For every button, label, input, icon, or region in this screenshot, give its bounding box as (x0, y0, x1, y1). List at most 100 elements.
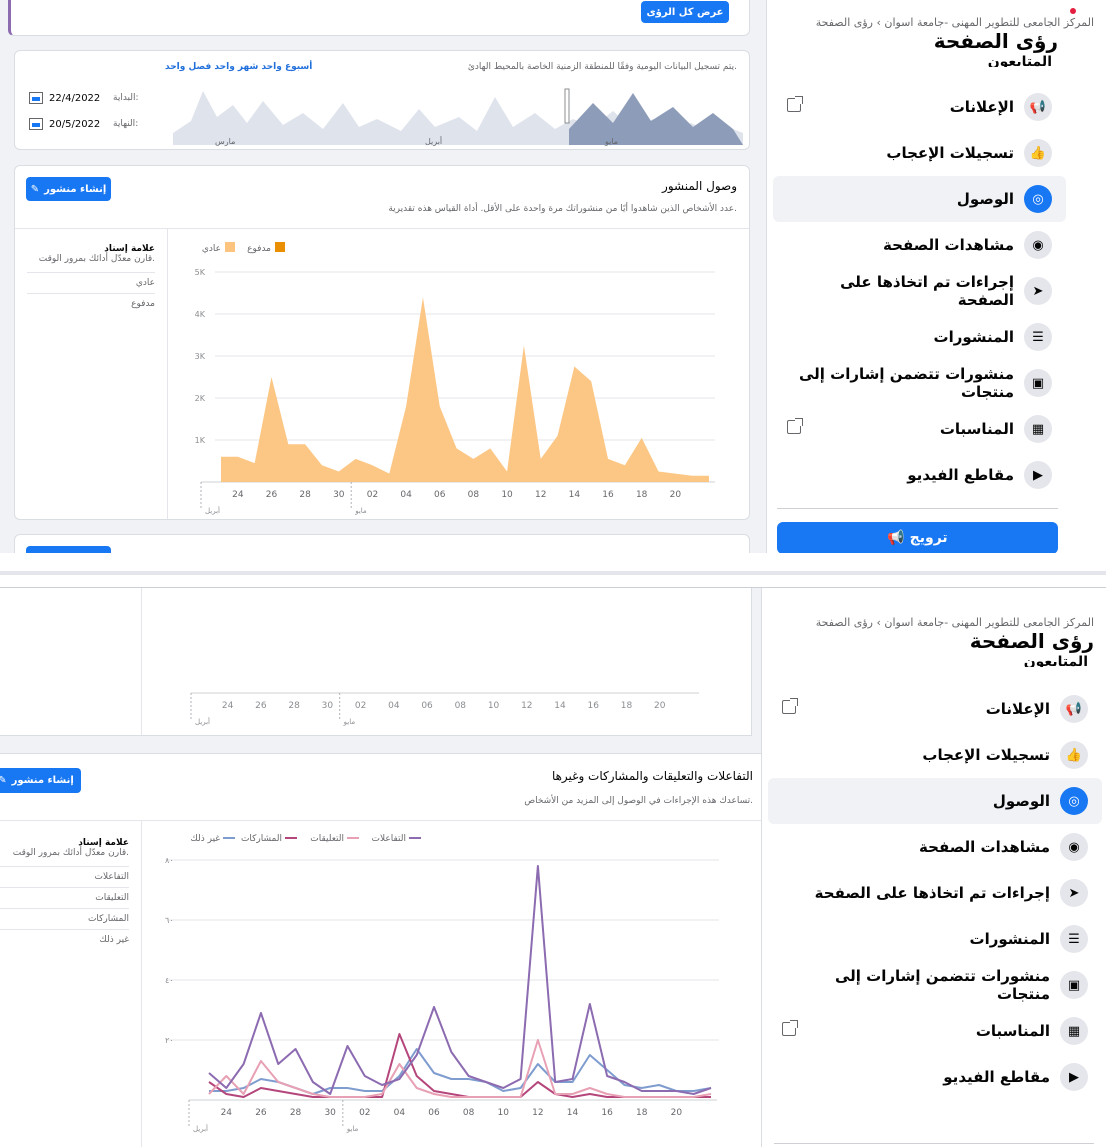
thumbs-up-icon: 👍 (1024, 139, 1052, 167)
end-date-value[interactable]: 20/5/2022 (49, 119, 107, 130)
x-tick-label: 14 (569, 490, 581, 500)
cursor-icon: ➤ (1060, 879, 1088, 907)
thumbs-up-icon: 👍 (1060, 741, 1088, 769)
sidebar-item-megaphone[interactable]: 📢 الإعلانات (768, 686, 1102, 732)
broadcast-icon: ◎ (1060, 787, 1088, 815)
notification-dot (1070, 8, 1076, 14)
sidebar-item-megaphone[interactable]: 📢 الإعلانات (773, 84, 1066, 130)
sidebar-item-calendar[interactable]: ▦ المناسبات (768, 1008, 1102, 1054)
calendar-icon[interactable] (29, 92, 43, 104)
y-tick-label: ٢٠ (165, 1036, 174, 1045)
x-tick-label: 10 (498, 1108, 510, 1118)
x-tick-label: 12 (535, 490, 546, 500)
sidebar-item-broadcast[interactable]: ◎ الوصول (773, 176, 1066, 222)
engagement-subtitle: تساعدك هذه الإجراءات في الوصول إلى المزي… (524, 796, 753, 806)
calendar-icon[interactable] (29, 118, 43, 130)
month-label: أبريل (425, 137, 443, 146)
x-tick-label: 28 (288, 701, 300, 711)
sidebar-item-posts[interactable]: ☰ المنشورات (773, 314, 1066, 360)
insights-summary-card: عرض كل الرؤى (8, 0, 750, 36)
posts-icon: ☰ (1024, 323, 1052, 351)
external-link-icon[interactable] (787, 96, 803, 112)
x-group-label: أبريل (193, 1124, 208, 1133)
sidebar-item-followers[interactable]: المتابعون (773, 55, 1066, 67)
attribution-subtitle: قارن معدّل أدائك بمرور الوقت. (38, 254, 155, 264)
sidebar-item-eye[interactable]: ◉ مشاهدات الصفحة (773, 222, 1066, 268)
sidebar-item-shopping-tag[interactable]: ▣ منشورات تتضمن إشارات إلى منتجات (773, 360, 1066, 406)
attribution-row[interactable]: عادي (27, 272, 155, 293)
sidebar-item-label: إجراءات تم اتخاذها على الصفحة (840, 273, 1014, 309)
sidebar-item-thumbs-up[interactable]: 👍 تسجيلات الإعجاب (768, 732, 1102, 778)
sidebar-list: 📢 الإعلانات 👍 تسجيلات الإعجاب ◎ الوصول ◉ مشاهدا… (762, 686, 1106, 1100)
sidebar-item-label: المناسبات (939, 420, 1014, 438)
x-tick-label: 26 (255, 1108, 267, 1118)
x-tick-label: 16 (588, 701, 600, 711)
legend-swatch (275, 242, 285, 252)
pencil-icon: ✎ (30, 183, 40, 195)
x-tick-label: 30 (322, 701, 334, 711)
insights-sidebar: المركز الجامعى للتطوير المهنى -جامعة اسو… (761, 588, 1106, 1147)
attribution-row[interactable]: التعليقات (0, 887, 129, 908)
eye-icon: ◉ (1024, 231, 1052, 259)
view-all-insights-button[interactable]: عرض كل الرؤى (641, 1, 729, 23)
external-link-icon[interactable] (787, 418, 803, 434)
insights-sidebar: المركز الجامعى للتطوير المهنى -جامعة اسو… (766, 0, 1106, 553)
x-tick-label: 20 (671, 1108, 683, 1118)
x-tick-label: 04 (388, 701, 400, 711)
sidebar-item-posts[interactable]: ☰ المنشورات (768, 916, 1102, 962)
breadcrumb[interactable]: المركز الجامعى للتطوير المهنى -جامعة اسو… (767, 0, 1106, 29)
sidebar-item-cursor[interactable]: ➤ إجراءات تم اتخاذها على الصفحة (768, 870, 1102, 916)
external-link-icon[interactable] (782, 698, 798, 714)
x-tick-label: 26 (266, 490, 278, 500)
sidebar-item-label: مقاطع الفيديو (943, 1068, 1050, 1086)
x-tick-label: 06 (434, 490, 446, 500)
sidebar-item-calendar[interactable]: ▦ المناسبات (773, 406, 1066, 452)
horizontal-scrollbar[interactable] (0, 571, 1106, 575)
x-group-label: أبريل (195, 717, 210, 726)
x-tick-label: 18 (621, 701, 633, 711)
x-tick-label: 04 (394, 1108, 406, 1118)
promote-button[interactable]: 📢 ترويج (777, 522, 1058, 553)
engagement-card: ✎إنشاء منشور التفاعلات والتعليقات والمشا… (0, 753, 762, 1147)
x-tick-label: 10 (488, 701, 500, 711)
attribution-row[interactable]: غير ذلك (0, 929, 129, 950)
reach-chart-remnant: 24 26 28 30 02 04 06 08 10 12 14 16 18 20 أبريل مايو (0, 588, 752, 736)
attribution-row[interactable]: مدفوع (27, 293, 155, 314)
x-tick-label: 10 (501, 490, 513, 500)
sidebar-item-label: مشاهدات الصفحة (883, 236, 1014, 254)
shopping-tag-icon: ▣ (1024, 369, 1052, 397)
video-icon: ▶ (1060, 1063, 1088, 1091)
reach-area-chart[interactable]: مدفوع عادي 5K 4K 3K 2K 1K 24 26 28 30 02 04 06 08 10 12 1… (175, 236, 725, 518)
create-post-button[interactable]: ✎إنشاء منشور (26, 177, 111, 201)
create-post-button[interactable]: ✎إنشاء منشور (0, 768, 81, 793)
y-tick-label: ٨٠ (165, 856, 174, 865)
x-tick-label: 06 (421, 701, 433, 711)
legend-swatch (225, 242, 235, 252)
sidebar-item-broadcast[interactable]: ◎ الوصول (768, 778, 1102, 824)
range-links[interactable]: أسبوع واحد شهر واحد فصل واحد (165, 62, 312, 72)
sidebar-item-video[interactable]: ▶ مقاطع الفيديو (768, 1054, 1102, 1100)
sidebar-item-shopping-tag[interactable]: ▣ منشورات تتضمن إشارات إلى منتجات (768, 962, 1102, 1008)
sidebar-item-label: الإعلانات (985, 700, 1050, 718)
x-tick-label: 14 (567, 1108, 579, 1118)
start-date-value[interactable]: 22/4/2022 (49, 93, 107, 104)
x-tick-label: 20 (670, 490, 682, 500)
attribution-row[interactable]: التفاعلات (0, 866, 129, 887)
timeline-sparkline[interactable] (173, 83, 743, 145)
external-link-icon[interactable] (782, 1020, 798, 1036)
breadcrumb[interactable]: المركز الجامعى للتطوير المهنى -جامعة اسو… (762, 588, 1106, 629)
attribution-row[interactable]: المشاركات (0, 908, 129, 929)
sidebar-item-eye[interactable]: ◉ مشاهدات الصفحة (768, 824, 1102, 870)
cursor-icon: ➤ (1024, 277, 1052, 305)
sidebar-item-thumbs-up[interactable]: 👍 تسجيلات الإعجاب (773, 130, 1066, 176)
legend-label: التفاعلات (372, 834, 406, 844)
x-group-label: أبريل (205, 506, 220, 515)
create-post-button[interactable] (26, 546, 111, 553)
engagement-line-chart[interactable]: التفاعلات التعليقات المشاركات غير ذلك ٨٠ ٦٠ ٤٠… (157, 828, 727, 1146)
screenshot-top: عرض كل الرؤى أسبوع واحد شهر واحد فصل واح… (0, 0, 1106, 553)
sidebar-item-followers[interactable]: المتابعون (768, 655, 1102, 667)
sidebar-item-video[interactable]: ▶ مقاطع الفيديو (773, 452, 1066, 498)
sidebar-item-label: المنشورات (969, 930, 1050, 948)
sidebar-item-cursor[interactable]: ➤ إجراءات تم اتخاذها على الصفحة (773, 268, 1066, 314)
y-tick-label: 4K (195, 310, 206, 319)
